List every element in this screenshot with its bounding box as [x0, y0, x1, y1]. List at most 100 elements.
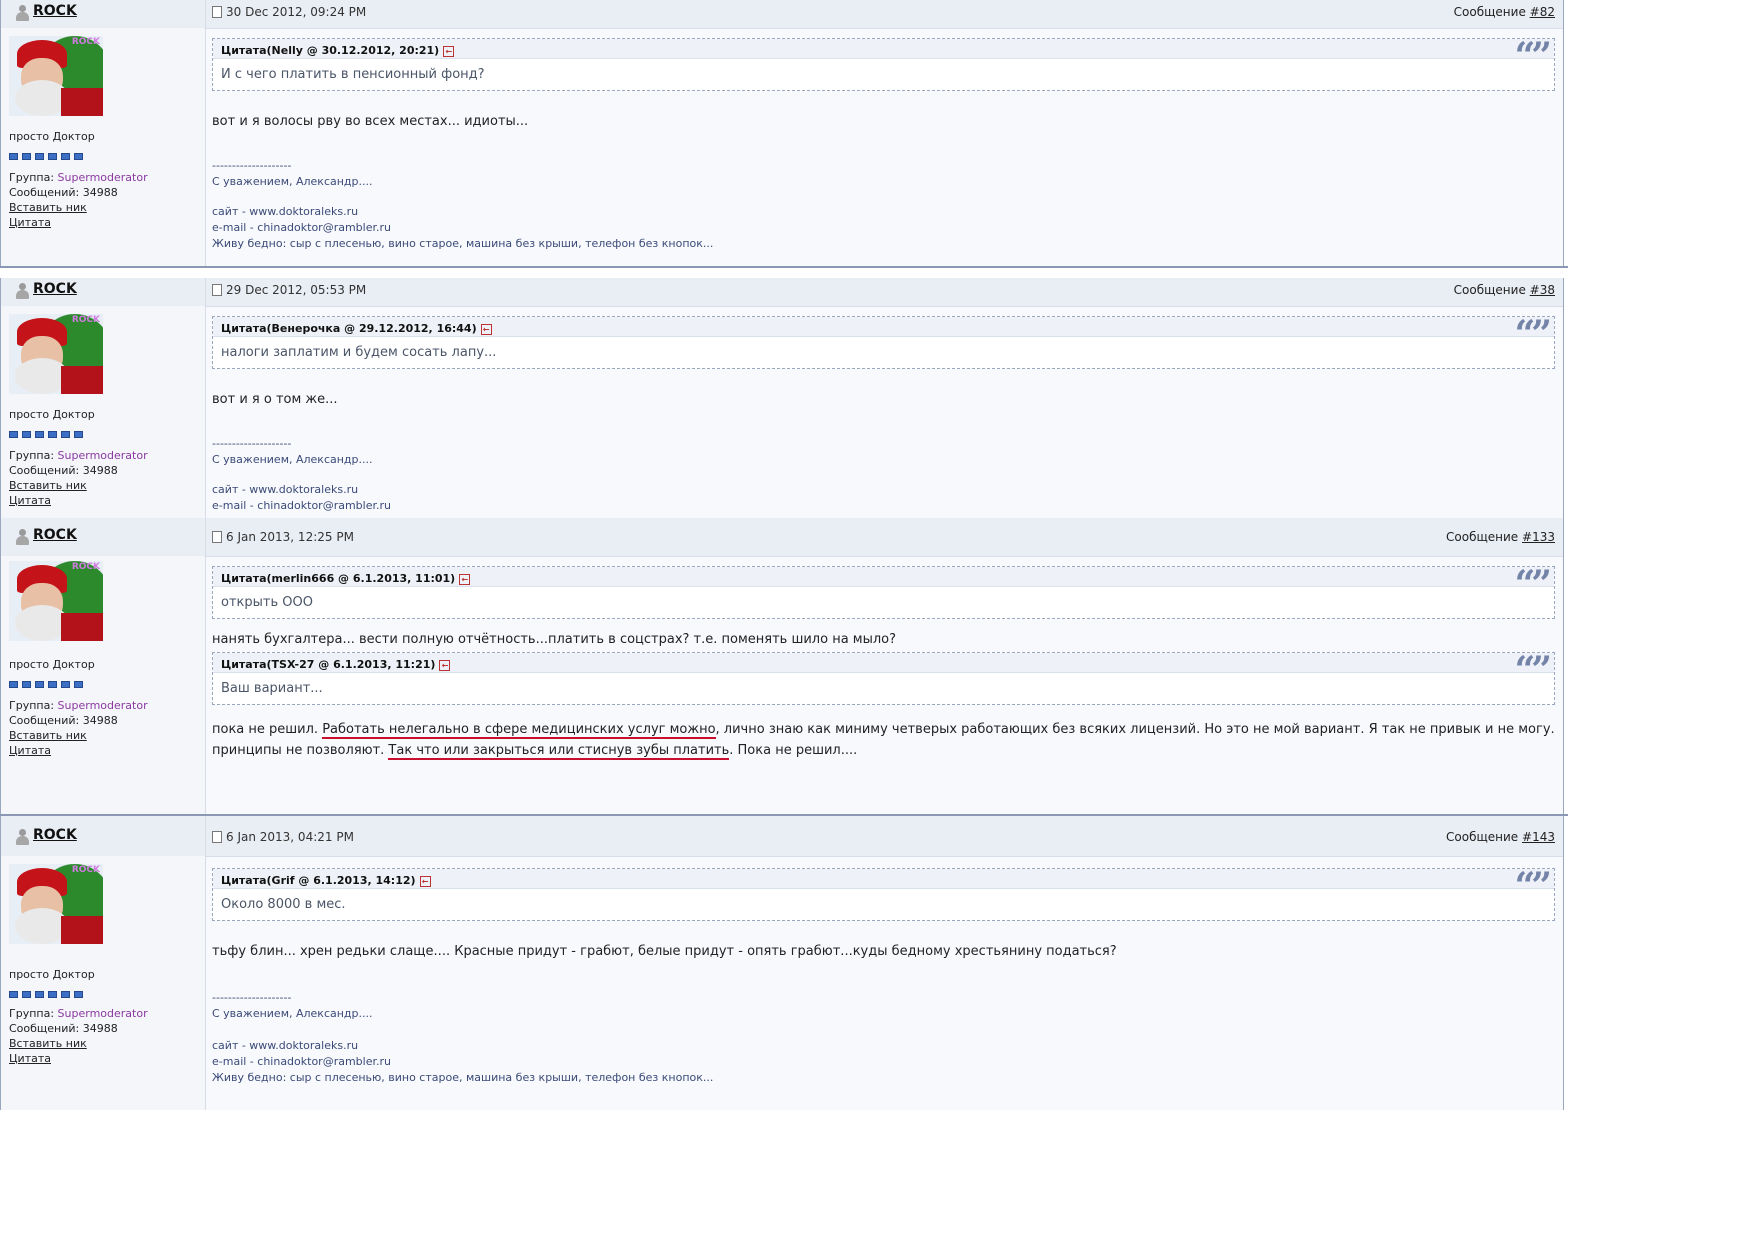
post-header: ROCK 6 Jan 2013, 12:25 PM Сообщение #133	[1, 518, 1563, 557]
sig-line: Живу бедно: сыр с плесенью, вино старое,…	[212, 237, 714, 250]
author-link[interactable]: ROCK	[15, 527, 77, 545]
quote-header: Цитата(TSX-27 @ 6.1.2013, 11:21) ←	[213, 653, 1554, 673]
user-title: просто Доктор	[9, 130, 95, 143]
avatar: ROCK	[9, 864, 103, 944]
post-number: Сообщение #133	[1446, 530, 1555, 544]
forum-post: ROCK 6 Jan 2013, 04:21 PM Сообщение #143…	[0, 816, 1564, 1110]
post-number-label: Сообщение	[1446, 830, 1519, 844]
posts-label: Сообщений:	[9, 464, 80, 477]
sig-line: e-mail - chinadoktor@rambler.ru	[212, 221, 391, 234]
group-value: Supermoderator	[57, 171, 148, 184]
user-panel: ROCK просто Доктор Группа: Supermoderato…	[1, 306, 205, 518]
quote-header: Цитата(merlin666 @ 6.1.2013, 11:01) ←	[213, 567, 1554, 587]
group-label: Группа:	[9, 449, 55, 462]
signature: -------------------- С уважением, Алекса…	[212, 990, 1555, 1086]
post-date-text: 6 Jan 2013, 04:21 PM	[226, 830, 354, 844]
insert-nick-link[interactable]: Вставить ник	[9, 478, 148, 493]
quote-source-icon[interactable]: ←	[443, 45, 455, 57]
group-value: Supermoderator	[57, 449, 148, 462]
post-icon	[212, 6, 222, 18]
sig-line: С уважением, Александр....	[212, 453, 373, 466]
quote-block: Цитата(merlin666 @ 6.1.2013, 11:01) ← “” …	[212, 563, 1555, 619]
quote-source-icon[interactable]: ←	[480, 323, 492, 335]
sig-line: Живу бедно: сыр с плесенью, вино старое,…	[212, 1071, 714, 1084]
avatar: ROCK	[9, 36, 103, 116]
post-number-link[interactable]: #82	[1530, 5, 1555, 19]
quote-author: Цитата(Венерочка @ 29.12.2012, 16:44)	[221, 322, 477, 335]
post-text: пока не решил. Работать нелегально в сфе…	[212, 719, 1555, 761]
insert-nick-link[interactable]: Вставить ник	[9, 200, 148, 215]
post-text: вот и я о том же...	[212, 392, 338, 407]
quote-source-icon[interactable]: ←	[459, 573, 471, 585]
sig-line: e-mail - chinadoktor@rambler.ru	[212, 1055, 391, 1068]
quote-link[interactable]: Цитата	[9, 743, 148, 758]
user-meta: Группа: Supermoderator Сообщений: 34988 …	[9, 170, 148, 230]
insert-nick-link[interactable]: Вставить ник	[9, 728, 148, 743]
author-name: ROCK	[33, 281, 77, 297]
sig-line: --------------------	[212, 159, 292, 172]
column-separator	[205, 0, 206, 268]
sig-line: --------------------	[212, 437, 292, 450]
user-meta: Группа: Supermoderator Сообщений: 34988 …	[9, 698, 148, 758]
quote-marks-icon: “”	[1514, 865, 1552, 907]
quote-source-icon[interactable]: ←	[439, 659, 451, 671]
sig-line: e-mail - chinadoktor@rambler.ru	[212, 499, 391, 512]
user-icon	[15, 5, 29, 21]
signature: -------------------- С уважением, Алекса…	[212, 158, 1555, 252]
post-number-link[interactable]: #133	[1522, 530, 1555, 544]
group-value: Supermoderator	[57, 699, 148, 712]
quote-text: открыть ООО	[221, 595, 313, 610]
post-number: Сообщение #38	[1454, 283, 1555, 297]
avatar: ROCK	[9, 561, 103, 641]
quote-link[interactable]: Цитата	[9, 493, 148, 508]
post-header: ROCK 29 Dec 2012, 05:53 PM Сообщение #38	[1, 278, 1563, 307]
post-content: Цитата(Nelly @ 30.12.2012, 20:21) ← “” И …	[212, 28, 1555, 252]
user-meta: Группа: Supermoderator Сообщений: 34988 …	[9, 1006, 148, 1066]
insert-nick-link[interactable]: Вставить ник	[9, 1036, 148, 1051]
user-title: просто Доктор	[9, 968, 95, 981]
quote-marks-icon: “”	[1514, 313, 1552, 355]
group-label: Группа:	[9, 171, 55, 184]
quote-header: Цитата(Венерочка @ 29.12.2012, 16:44) ←	[213, 317, 1554, 337]
quote-text: налоги заплатим и будем сосать лапу...	[221, 345, 497, 360]
quote-text: Ваш вариант...	[221, 681, 323, 696]
sig-line: сайт - www.doktoraleks.ru	[212, 205, 359, 218]
rank-pips	[9, 983, 89, 998]
user-meta: Группа: Supermoderator Сообщений: 34988 …	[9, 448, 148, 508]
quote-text: Около 8000 в мес.	[221, 897, 346, 912]
highlighted-text: Работать нелегально в сфере медицинских …	[322, 722, 716, 739]
post-number-label: Сообщение	[1453, 5, 1526, 19]
post-content: Цитата(Grif @ 6.1.2013, 14:12) ← “” Около…	[212, 856, 1555, 1086]
sig-line: сайт - www.doktoraleks.ru	[212, 1039, 359, 1052]
quote-link[interactable]: Цитата	[9, 215, 148, 230]
post-text-part: . Пока не решил....	[729, 743, 858, 758]
user-panel: ROCK просто Доктор Группа: Supermoderato…	[1, 556, 205, 816]
avatar: ROCK	[9, 314, 103, 394]
quote-author: Цитата(Grif @ 6.1.2013, 14:12)	[221, 874, 416, 887]
posts-label: Сообщений:	[9, 186, 80, 199]
column-separator	[205, 518, 206, 816]
post-number: Сообщение #143	[1446, 830, 1555, 844]
quote-author: Цитата(TSX-27 @ 6.1.2013, 11:21)	[221, 658, 436, 671]
post-date: 6 Jan 2013, 12:25 PM	[212, 530, 354, 544]
signature: -------------------- С уважением, Алекса…	[212, 436, 1555, 514]
quote-source-icon[interactable]: ←	[419, 875, 431, 887]
author-link[interactable]: ROCK	[15, 827, 77, 845]
quote-link[interactable]: Цитата	[9, 1051, 148, 1066]
post-content: Цитата(Венерочка @ 29.12.2012, 16:44) ← “…	[212, 306, 1555, 514]
sig-line: С уважением, Александр....	[212, 1007, 373, 1020]
forum-post: ROCK 29 Dec 2012, 05:53 PM Сообщение #38…	[0, 278, 1564, 518]
rank-pips	[9, 423, 89, 438]
group-value: Supermoderator	[57, 1007, 148, 1020]
author-name: ROCK	[33, 3, 77, 19]
post-date-text: 29 Dec 2012, 05:53 PM	[226, 283, 367, 297]
user-icon	[15, 283, 29, 299]
author-link[interactable]: ROCK	[15, 281, 77, 299]
post-date: 29 Dec 2012, 05:53 PM	[212, 283, 366, 297]
post-number-link[interactable]: #143	[1522, 830, 1555, 844]
quote-block: Цитата(Grif @ 6.1.2013, 14:12) ← “” Около…	[212, 865, 1555, 921]
rank-pips	[9, 145, 89, 160]
post-number-link[interactable]: #38	[1530, 283, 1555, 297]
sig-line: сайт - www.doktoraleks.ru	[212, 483, 359, 496]
author-link[interactable]: ROCK	[15, 3, 77, 21]
